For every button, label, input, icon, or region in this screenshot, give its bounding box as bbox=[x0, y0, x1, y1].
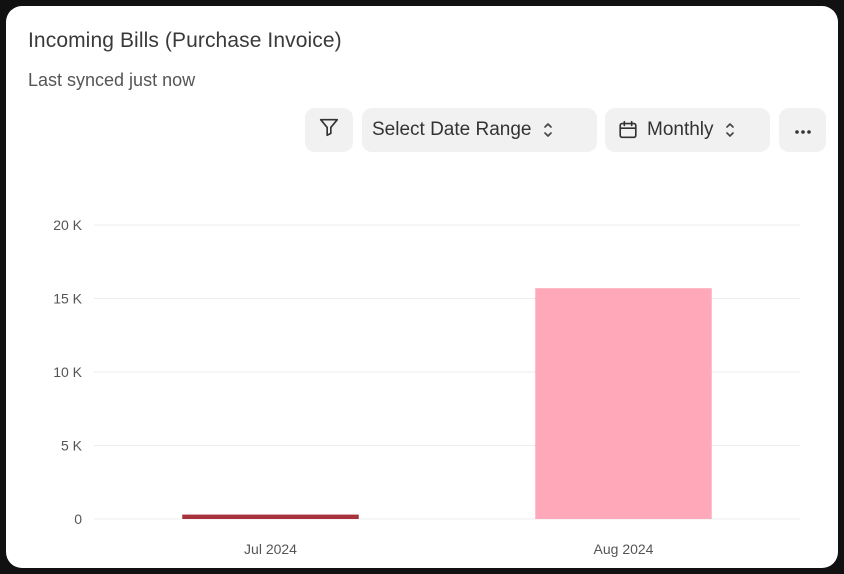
chart-card: Incoming Bills (Purchase Invoice) Last s… bbox=[6, 6, 838, 568]
bar bbox=[535, 288, 712, 519]
x-tick-label: Jul 2024 bbox=[244, 541, 297, 557]
bar-chart: 0 5 K 10 K 15 K 20 K Jul 2024 Aug 2024 bbox=[53, 217, 800, 557]
y-tick-label: 15 K bbox=[53, 291, 82, 307]
x-tick-label: Aug 2024 bbox=[594, 541, 654, 557]
y-tick-label: 5 K bbox=[61, 438, 83, 454]
y-tick-label: 10 K bbox=[53, 364, 82, 380]
bar bbox=[182, 514, 359, 519]
y-tick-label: 20 K bbox=[53, 217, 82, 233]
y-tick-label: 0 bbox=[74, 511, 82, 527]
